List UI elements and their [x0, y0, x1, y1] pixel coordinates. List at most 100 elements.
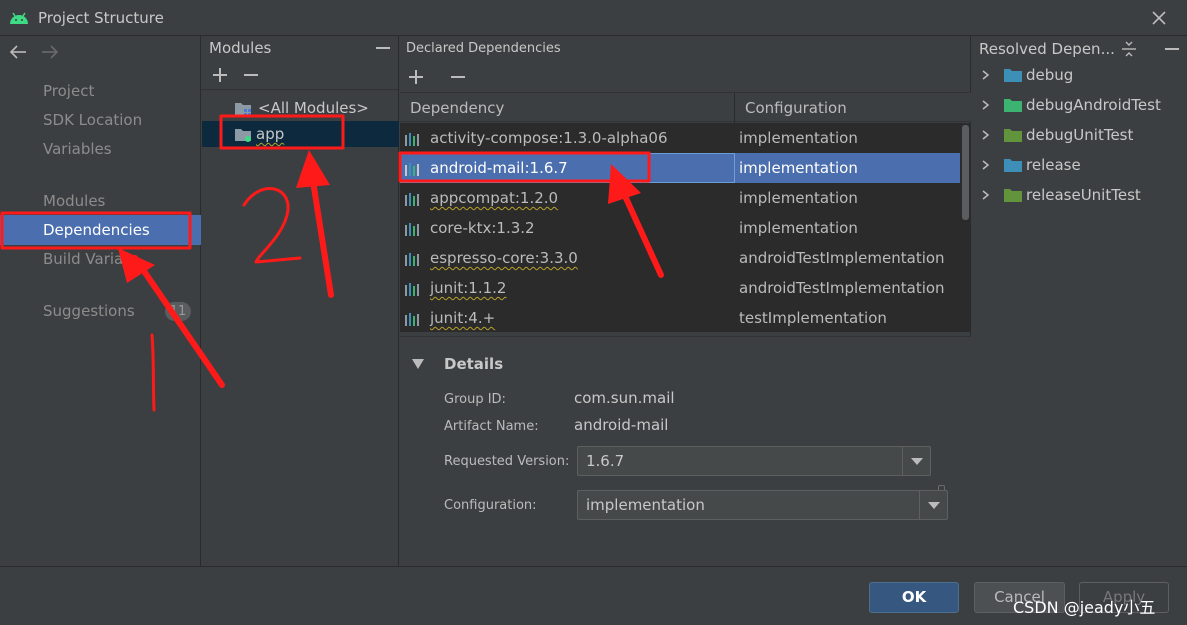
library-icon	[405, 223, 419, 236]
nav-item-suggestions-label: Suggestions	[43, 302, 135, 320]
collapse-all-icon[interactable]	[1121, 41, 1137, 57]
dependency-name: junit:1.1.2	[430, 279, 507, 297]
forward-arrow-icon[interactable]	[40, 42, 60, 62]
folder-icon	[1004, 159, 1022, 172]
resolved-dependencies-pane: Resolved Depen... debug debugAndroidTest…	[972, 36, 1187, 566]
nav-item-variables[interactable]: Variables	[0, 134, 201, 164]
dependencies-toolbar	[400, 62, 971, 92]
dependencies-table-header: Dependency Configuration	[400, 92, 971, 123]
requested-version-combo[interactable]: 1.6.7	[577, 446, 931, 476]
chevron-right-icon[interactable]	[982, 130, 990, 140]
library-icon	[405, 283, 419, 296]
collapse-panel-icon[interactable]	[1165, 48, 1179, 50]
dependency-configuration: implementation	[739, 219, 858, 237]
resolved-header-label: Resolved Depen...	[979, 40, 1115, 58]
modules-pane: Modules <All Modules> app	[202, 36, 399, 566]
close-icon[interactable]	[1149, 8, 1169, 28]
table-row[interactable]: espresso-core:3.3.0 androidTestImplement…	[400, 243, 960, 273]
requested-version-value: 1.6.7	[586, 452, 625, 470]
column-header-configuration[interactable]: Configuration	[745, 93, 847, 123]
dialog-button-bar: OK Cancel Apply	[0, 566, 1187, 625]
variant-node-release-unit-test[interactable]: releaseUnitTest	[972, 180, 1187, 210]
variant-label: releaseUnitTest	[1026, 186, 1141, 204]
scrollbar-thumb[interactable]	[962, 125, 969, 220]
table-scrollbar[interactable]	[960, 123, 971, 332]
module-item-app-label: app	[256, 125, 285, 143]
variant-label: debugUnitTest	[1026, 126, 1134, 144]
dependency-configuration: androidTestImplementation	[739, 249, 945, 267]
nav-item-sdk-location[interactable]: SDK Location	[0, 105, 201, 135]
chevron-right-icon[interactable]	[982, 100, 990, 110]
suggestions-count-badge: 11	[165, 302, 191, 321]
column-divider[interactable]	[734, 93, 735, 123]
variant-node-debug-android-test[interactable]: debugAndroidTest	[972, 90, 1187, 120]
collapse-panel-icon[interactable]	[376, 47, 390, 49]
table-row[interactable]: activity-compose:1.3.0-alpha06 implement…	[400, 123, 960, 153]
modules-folder-icon	[235, 103, 251, 116]
chevron-down-icon[interactable]	[919, 491, 947, 519]
add-module-icon[interactable]	[213, 68, 227, 82]
app-module-folder-icon	[235, 129, 251, 142]
table-row-selected[interactable]: android-mail:1.6.7 implementation	[400, 153, 960, 183]
library-icon	[405, 313, 419, 326]
settings-nav: Project SDK Location Variables Modules D…	[0, 36, 201, 566]
chevron-right-icon[interactable]	[982, 160, 990, 170]
ok-button[interactable]: OK	[869, 582, 959, 613]
dependencies-table: activity-compose:1.3.0-alpha06 implement…	[400, 123, 960, 332]
history-navigation	[8, 42, 60, 62]
nav-item-build-variants[interactable]: Build Varian	[0, 244, 201, 274]
nav-item-suggestions[interactable]: Suggestions 11	[0, 296, 201, 326]
variant-node-debug-unit-test[interactable]: debugUnitTest	[972, 120, 1187, 150]
nav-item-modules[interactable]: Modules	[0, 186, 201, 216]
modules-header-label: Modules	[209, 39, 272, 57]
android-icon	[10, 12, 28, 24]
title-bar: Project Structure	[0, 0, 1187, 36]
variant-node-release[interactable]: release	[972, 150, 1187, 180]
table-row[interactable]: junit:4.+ testImplementation	[400, 303, 960, 332]
library-icon	[405, 133, 419, 146]
dependency-name: android-mail:1.6.7	[430, 159, 568, 177]
modules-toolbar	[202, 60, 398, 90]
artifact-name-value: android-mail	[574, 416, 669, 434]
modules-header: Modules	[202, 36, 398, 60]
module-item-app[interactable]: app	[202, 121, 399, 147]
variant-label: debug	[1026, 66, 1074, 84]
details-section: Details Group ID: com.sun.mail Artifact …	[400, 336, 971, 566]
column-header-dependency[interactable]: Dependency	[410, 93, 504, 123]
details-title: Details	[444, 355, 504, 373]
variant-node-debug[interactable]: debug	[972, 60, 1187, 90]
nav-item-dependencies[interactable]: Dependencies	[0, 215, 201, 245]
window-title: Project Structure	[38, 8, 164, 27]
table-row[interactable]: junit:1.1.2 androidTestImplementation	[400, 273, 960, 303]
library-icon	[405, 253, 419, 266]
chevron-right-icon[interactable]	[982, 190, 990, 200]
chevron-right-icon[interactable]	[982, 70, 990, 80]
dependency-name: activity-compose:1.3.0-alpha06	[430, 129, 668, 147]
group-id-label: Group ID:	[444, 392, 506, 407]
nav-item-project[interactable]: Project	[0, 76, 201, 106]
declared-dependencies-pane: Declared Dependencies Dependency Configu…	[400, 36, 971, 566]
dependency-name: core-ktx:1.3.2	[430, 219, 535, 237]
library-icon	[405, 163, 419, 176]
folder-icon	[1004, 129, 1022, 142]
expand-caret-icon[interactable]	[412, 359, 424, 369]
group-id-value: com.sun.mail	[574, 389, 675, 407]
watermark: CSDN @jeady小五	[1013, 598, 1156, 617]
configuration-combo[interactable]: implementation	[577, 490, 948, 520]
folder-icon	[1004, 189, 1022, 202]
dependency-name: junit:4.+	[430, 309, 496, 327]
dependency-configuration: androidTestImplementation	[739, 279, 945, 297]
declared-dependencies-header: Declared Dependencies	[406, 41, 561, 56]
module-item-all[interactable]: <All Modules>	[202, 95, 399, 121]
module-item-all-label: <All Modules>	[258, 99, 369, 117]
add-dependency-icon[interactable]	[409, 70, 423, 84]
variant-label: release	[1026, 156, 1081, 174]
chevron-down-icon[interactable]	[902, 447, 930, 475]
back-arrow-icon[interactable]	[8, 42, 28, 62]
dependency-configuration: implementation	[739, 189, 858, 207]
remove-dependency-icon[interactable]	[451, 70, 465, 84]
dependency-configuration: implementation	[739, 129, 858, 147]
table-row[interactable]: core-ktx:1.3.2 implementation	[400, 213, 960, 243]
table-row[interactable]: appcompat:1.2.0 implementation	[400, 183, 960, 213]
remove-module-icon[interactable]	[244, 68, 258, 82]
